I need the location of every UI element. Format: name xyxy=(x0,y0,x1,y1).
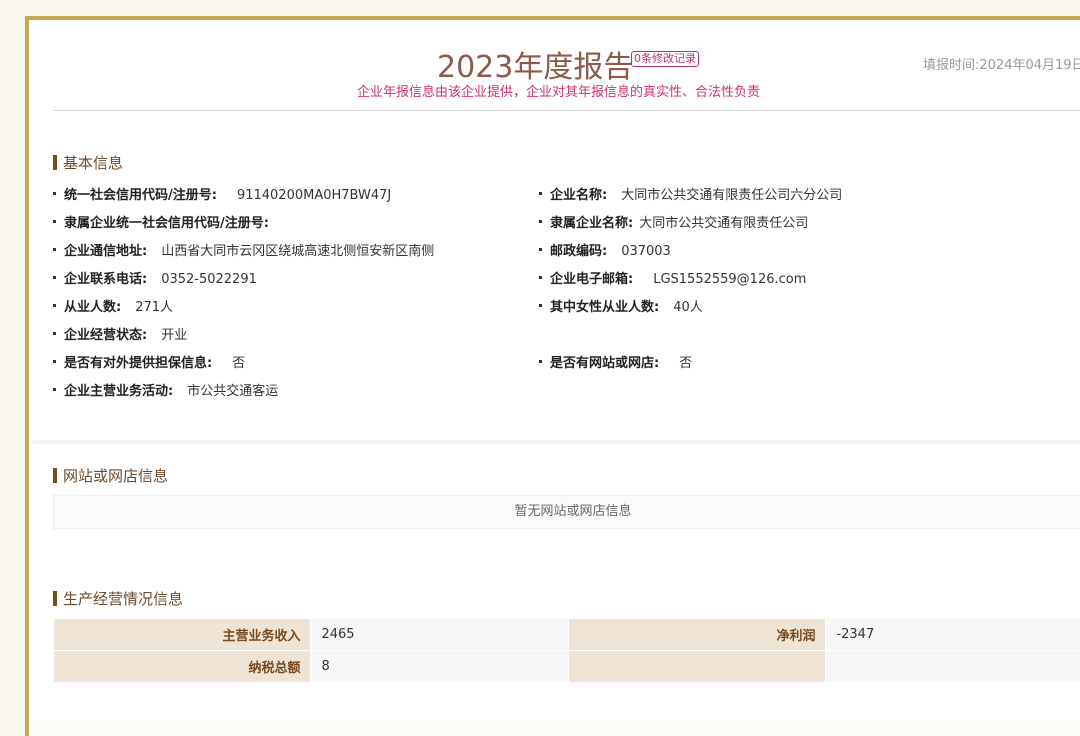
bullet-icon xyxy=(53,304,56,307)
info-item-address: 企业通信地址:山西省大同市云冈区绕城高速北侧恒安新区南侧 xyxy=(53,243,434,261)
report-header: 2023年度报告 0条修改记录 填报时间:2024年04月19日 企业年报信息由… xyxy=(53,20,1080,111)
info-item-female-employees: 其中女性从业人数:40人 xyxy=(539,299,703,317)
table-value-cell: 2465 xyxy=(311,619,569,651)
info-item-email: 企业电子邮箱:LGS1552559@126.com xyxy=(539,271,806,289)
info-item-has-website: 是否有网站或网店:否 xyxy=(539,355,692,373)
section-title-basic-info: 基本信息 xyxy=(53,152,123,173)
modification-record-link[interactable]: 0条修改记录 xyxy=(631,51,699,67)
bullet-icon xyxy=(53,248,56,251)
bullet-icon xyxy=(53,388,56,391)
info-item-credit-code: 统一社会信用代码/注册号:91140200MA0H7BW47J xyxy=(53,187,391,205)
report-frame: 2023年度报告 0条修改记录 填报时间:2024年04月19日 企业年报信息由… xyxy=(25,16,1080,736)
table-value-cell xyxy=(826,651,1080,683)
bullet-icon xyxy=(539,304,542,307)
page-top-strip xyxy=(0,0,1080,16)
table-header-cell xyxy=(568,651,825,683)
info-item-phone: 企业联系电话:0352-5022291 xyxy=(53,271,257,289)
bullet-icon xyxy=(539,248,542,251)
info-item-main-business: 企业主营业务活动:市公共交通客运 xyxy=(53,383,278,401)
bullet-icon xyxy=(539,276,542,279)
info-item-parent-name: 隶属企业名称:大同市公共交通有限责任公司 xyxy=(539,215,808,233)
report-title: 2023年度报告 xyxy=(437,42,633,86)
table-row: 主营业务收入 2465 净利润 -2347 xyxy=(54,619,1080,651)
business-info-table: 主营业务收入 2465 净利润 -2347 纳税总额 8 xyxy=(53,618,1080,683)
table-value-cell: 8 xyxy=(311,651,569,683)
bullet-icon xyxy=(53,332,56,335)
report-disclaimer: 企业年报信息由该企业提供，企业对其年报信息的真实性、合法性负责 xyxy=(357,81,760,100)
info-item-postal-code: 邮政编码:037003 xyxy=(539,243,671,261)
table-header-cell: 纳税总额 xyxy=(54,651,311,683)
info-item-guarantee: 是否有对外提供担保信息:否 xyxy=(53,355,245,373)
info-item-business-status: 企业经营状态:开业 xyxy=(53,327,187,345)
bullet-icon xyxy=(539,192,542,195)
table-header-cell: 主营业务收入 xyxy=(54,619,311,651)
info-item-parent-credit-code: 隶属企业统一社会信用代码/注册号: xyxy=(53,215,283,233)
bullet-icon xyxy=(53,220,56,223)
table-row: 纳税总额 8 xyxy=(54,651,1080,683)
bullet-icon xyxy=(53,276,56,279)
website-empty-notice: 暂无网站或网店信息 xyxy=(53,495,1080,529)
section-title-website-info: 网站或网店信息 xyxy=(53,465,168,486)
bullet-icon xyxy=(53,192,56,195)
table-value-cell: -2347 xyxy=(826,619,1080,651)
report-content: 2023年度报告 0条修改记录 填报时间:2024年04月19日 企业年报信息由… xyxy=(33,20,1080,720)
section-title-business-info: 生产经营情况信息 xyxy=(53,588,183,609)
bullet-icon xyxy=(53,360,56,363)
bullet-icon xyxy=(539,360,542,363)
info-item-employees: 从业人数:271人 xyxy=(53,299,173,317)
info-item-company-name: 企业名称:大同市公共交通有限责任公司六分公司 xyxy=(539,187,842,205)
table-header-cell: 净利润 xyxy=(568,619,825,651)
fill-time: 填报时间:2024年04月19日 xyxy=(923,54,1080,73)
section-divider xyxy=(33,440,1080,444)
bullet-icon xyxy=(539,220,542,223)
